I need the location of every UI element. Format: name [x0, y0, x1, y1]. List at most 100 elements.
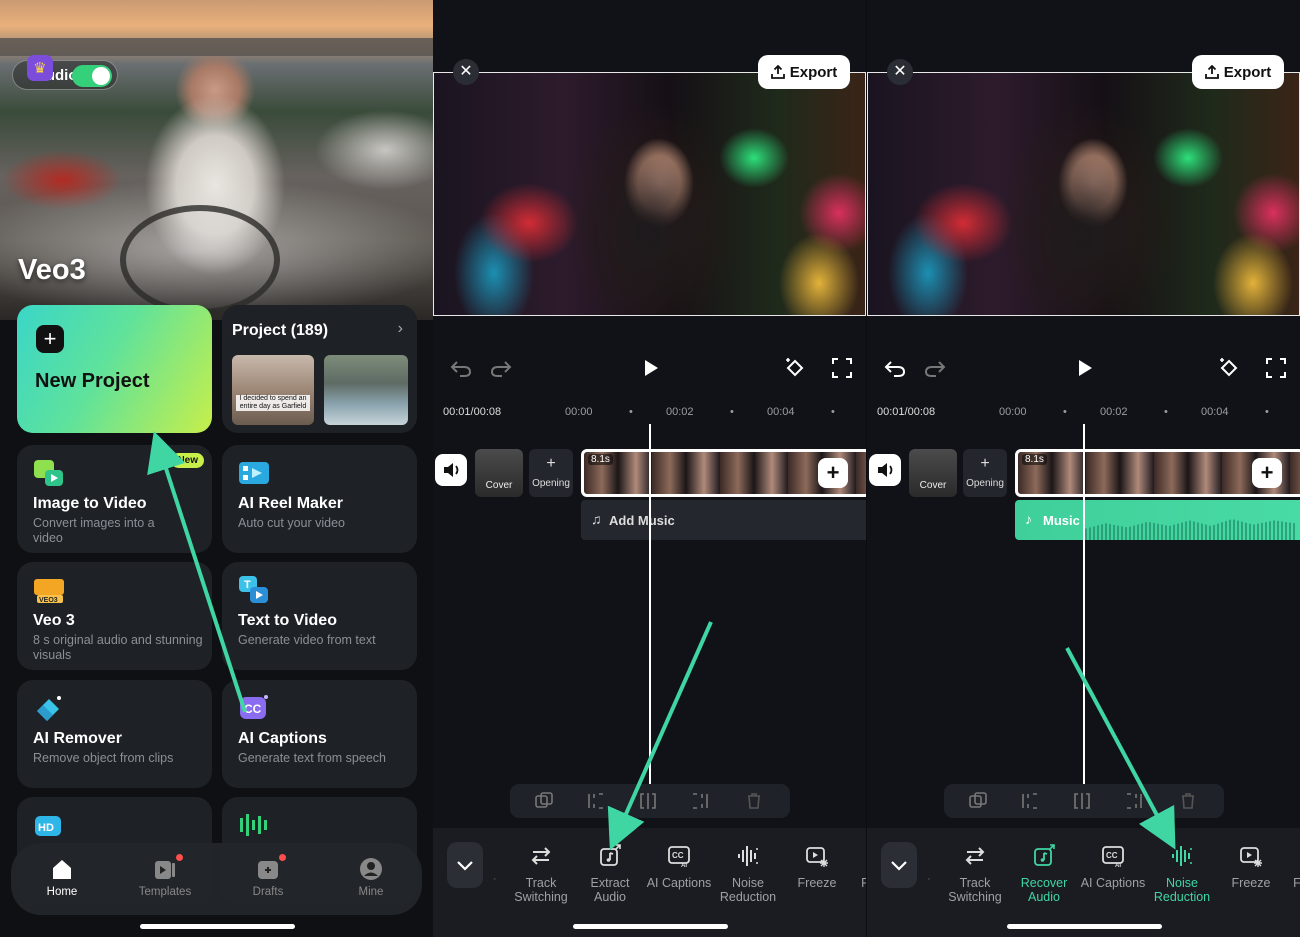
trim-end-icon[interactable] [690, 791, 710, 811]
audio-wave-icon [238, 810, 270, 840]
feature-card-ai-captions[interactable]: CC AI Captions Generate text from speech [222, 680, 417, 788]
undo-icon[interactable] [883, 356, 907, 380]
tool-recover-audio[interactable]: Recover Audio [1010, 844, 1078, 904]
tool-noise-reduction[interactable]: Noise Reduction [714, 844, 782, 904]
svg-text:T: T [244, 579, 251, 591]
split-icon[interactable] [638, 791, 658, 811]
feature-card-text-to-video[interactable]: T Text to Video Generate video from text [222, 562, 417, 670]
recover-audio-icon [1034, 844, 1055, 866]
trim-start-icon[interactable] [586, 791, 606, 811]
audio-toggle[interactable]: Audio ♛ [12, 55, 118, 90]
svg-text:AI: AI [681, 863, 687, 868]
tool-noise-reduction[interactable]: Noise Reduction [1148, 844, 1216, 904]
templates-icon [155, 861, 175, 879]
trim-start-icon[interactable] [1020, 791, 1040, 811]
plus-icon: + [980, 455, 990, 472]
video-clip[interactable]: 8.1s + [1015, 449, 1300, 497]
tool-track-switching[interactable]: Track Switching [941, 844, 1009, 904]
feature-card-image-to-video[interactable]: New Image to Video Convert images into a… [17, 445, 212, 553]
hero-bridge [0, 38, 433, 56]
tool-freeze[interactable]: Freeze [783, 844, 851, 890]
export-label: Export [1223, 63, 1272, 81]
feature-desc: Generate video from text [238, 633, 376, 647]
home-indicator [1007, 924, 1162, 929]
tool-ai-captions[interactable]: CC AI AI Captions [645, 844, 713, 890]
opening-button[interactable]: + Opening [963, 449, 1007, 497]
project-card[interactable]: Project (189) › I decided to spend an en… [222, 305, 417, 433]
captions-icon: CC [238, 693, 270, 723]
redo-icon[interactable] [489, 356, 513, 380]
cover-button[interactable]: Cover [475, 449, 523, 497]
ruler-tick: 00:02 [1100, 406, 1128, 418]
tool-label: AI Captions [646, 876, 712, 890]
copy-icon[interactable] [968, 791, 988, 811]
home-screen: Audio ♛ Veo3 + New Project Project (189)… [0, 0, 433, 937]
add-clip-button[interactable]: + [818, 458, 848, 488]
ruler-tick: 00:04 [1201, 406, 1229, 418]
feature-card-veo3[interactable]: VEO3 Veo 3 8 s original audio and stunni… [17, 562, 212, 670]
ruler-tick: 00:02 [666, 406, 694, 418]
feature-title: AI Reel Maker [238, 495, 343, 512]
keyframe-icon[interactable] [783, 356, 807, 380]
tab-home[interactable]: Home [27, 857, 97, 898]
redo-icon[interactable] [923, 356, 947, 380]
chevron-down-icon[interactable] [881, 842, 917, 888]
toggle-switch[interactable] [72, 65, 112, 87]
project-thumbnail[interactable] [324, 355, 408, 425]
timeline-ruler: 00:01/00:08 00:00 • 00:02 • 00:04 • [867, 406, 1300, 422]
delete-icon[interactable] [1178, 791, 1198, 811]
tab-templates[interactable]: Templates [130, 857, 200, 898]
feature-card-ai-remover[interactable]: AI Remover Remove object from clips [17, 680, 212, 788]
mute-icon[interactable] [869, 454, 901, 486]
playback-controls [433, 350, 866, 384]
tool-ai-captions[interactable]: CC AI AI Captions [1079, 844, 1147, 890]
add-music-track[interactable]: ♫ Add Music [581, 500, 866, 540]
export-button[interactable]: Export [758, 55, 850, 89]
play-icon[interactable] [1072, 356, 1096, 380]
notification-dot [176, 854, 183, 861]
tool-label: Noise Reduction [719, 876, 777, 904]
tool-partial[interactable]: F [1287, 876, 1300, 890]
ruler-tick: 00:00 [999, 406, 1027, 418]
timeline-ruler: 00:01/00:08 00:00 • 00:02 • 00:04 • [433, 406, 866, 422]
fullscreen-icon[interactable] [1264, 356, 1288, 380]
playhead[interactable] [1083, 424, 1085, 784]
bottom-tab-bar: Home Templates Drafts Mine [11, 843, 422, 915]
new-project-button[interactable]: + New Project [17, 305, 212, 433]
copy-icon[interactable] [534, 791, 554, 811]
drafts-icon [258, 861, 278, 879]
music-track[interactable]: ♪ Music [1015, 500, 1300, 540]
close-icon[interactable]: ✕ [887, 59, 913, 85]
tool-freeze[interactable]: Freeze [1217, 844, 1285, 890]
trim-end-icon[interactable] [1124, 791, 1144, 811]
video-preview[interactable] [433, 72, 866, 316]
fullscreen-icon[interactable] [830, 356, 854, 380]
playhead[interactable] [649, 424, 651, 784]
delete-icon[interactable] [744, 791, 764, 811]
mute-icon[interactable] [435, 454, 467, 486]
add-clip-button[interactable]: + [1252, 458, 1282, 488]
tool-extract-audio[interactable]: Extract Audio [576, 844, 644, 904]
tool-label: AI Captions [1080, 876, 1146, 890]
video-preview[interactable] [867, 72, 1300, 316]
feature-card-ai-reel-maker[interactable]: AI Reel Maker Auto cut your video [222, 445, 417, 553]
play-icon[interactable] [638, 356, 662, 380]
video-clip[interactable]: 8.1s + [581, 449, 866, 497]
noise-reduction-icon [738, 846, 758, 866]
undo-icon[interactable] [449, 356, 473, 380]
close-icon[interactable]: ✕ [453, 59, 479, 85]
cover-button[interactable]: Cover [909, 449, 957, 497]
upload-icon [770, 65, 785, 79]
tool-track-switching[interactable]: Track Switching [507, 844, 575, 904]
project-thumbnail[interactable]: I decided to spend an entire day as Garf… [232, 355, 314, 425]
chevron-down-icon[interactable] [447, 842, 483, 888]
ruler-dot: • [1265, 406, 1269, 418]
export-button[interactable]: Export [1192, 55, 1284, 89]
split-icon[interactable] [1072, 791, 1092, 811]
tab-drafts[interactable]: Drafts [233, 857, 303, 898]
reel-maker-icon [238, 458, 270, 488]
tab-mine[interactable]: Mine [336, 857, 406, 898]
tool-partial[interactable]: F [855, 876, 866, 890]
keyframe-icon[interactable] [1217, 356, 1241, 380]
opening-button[interactable]: + Opening [529, 449, 573, 497]
